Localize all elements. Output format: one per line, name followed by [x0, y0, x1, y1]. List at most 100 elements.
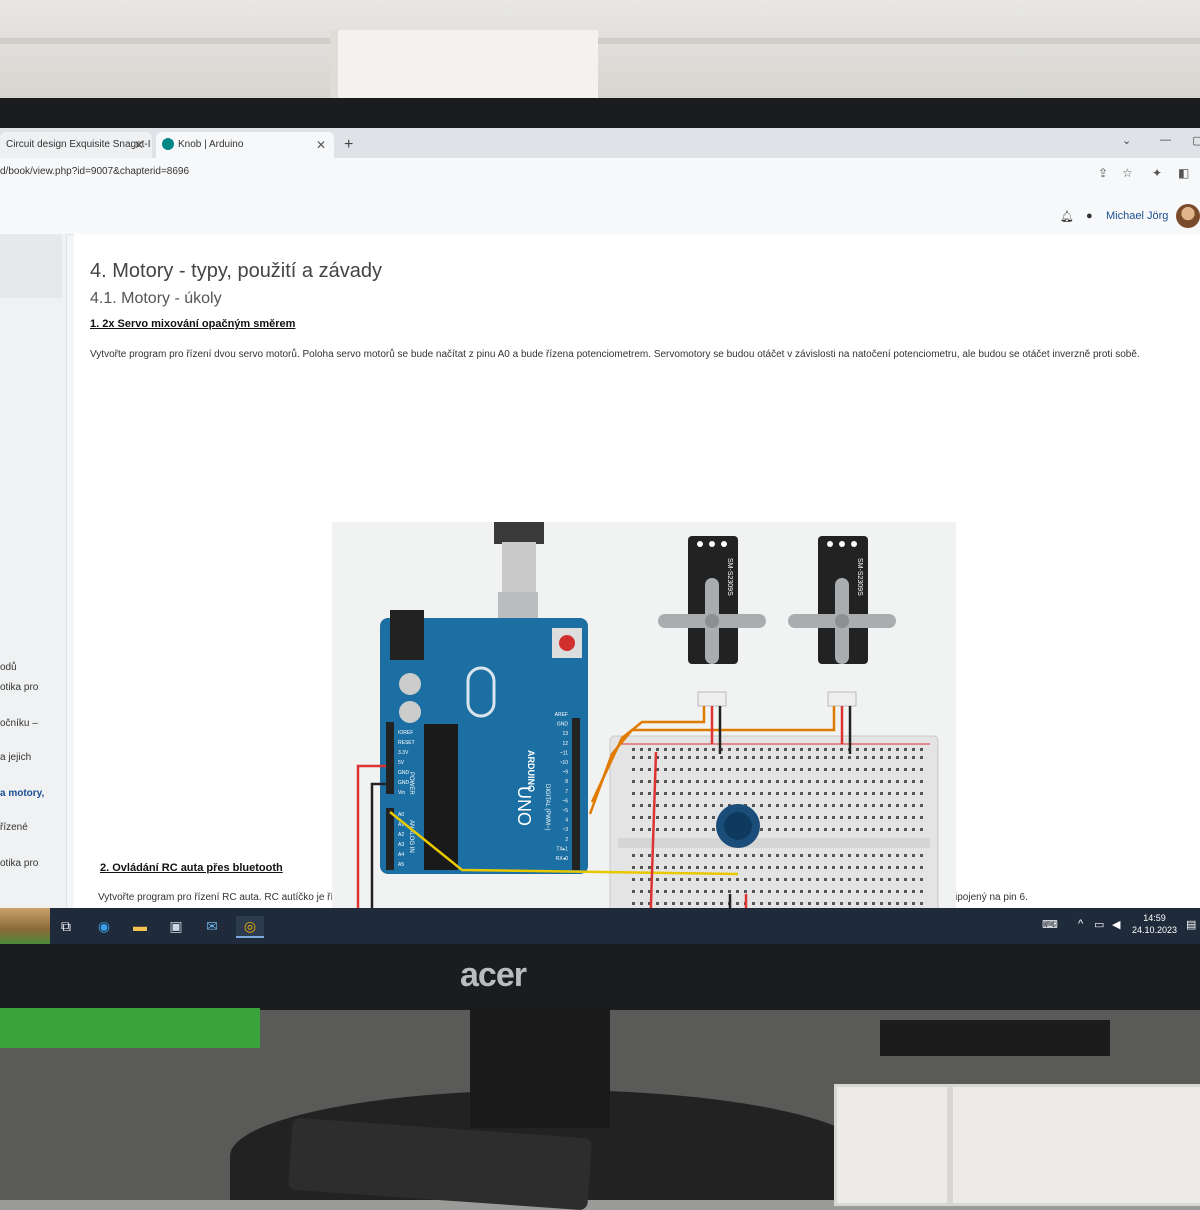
- new-tab-icon[interactable]: +: [344, 132, 353, 158]
- breadboard-hole: [792, 792, 795, 795]
- close-icon[interactable]: ✕: [134, 132, 144, 158]
- breadboard-hole: [880, 866, 883, 869]
- usb-plug: [494, 522, 544, 544]
- extensions-icon[interactable]: ✦: [1152, 166, 1162, 180]
- breadboard-hole: [888, 866, 891, 869]
- breadboard-hole: [784, 866, 787, 869]
- breadboard-hole: [800, 902, 803, 905]
- breadboard-hole: [760, 804, 763, 807]
- breadboard-hole: [856, 890, 859, 893]
- digital-label: DIGITAL (PWM~): [544, 784, 550, 831]
- avatar[interactable]: [1176, 204, 1200, 228]
- breadboard-hole: [840, 804, 843, 807]
- breadboard-hole: [912, 828, 915, 831]
- breadboard-hole: [792, 804, 795, 807]
- breadboard-hole: [920, 756, 923, 759]
- volume-icon[interactable]: ◀: [1112, 918, 1120, 931]
- breadboard-hole: [752, 878, 755, 881]
- edge-icon[interactable]: ◉: [94, 916, 114, 936]
- breadboard-hole: [896, 780, 899, 783]
- chevron-down-icon[interactable]: ⌄: [1122, 134, 1131, 147]
- arduino-favicon-icon: [162, 138, 174, 151]
- star-icon[interactable]: ☆: [1122, 166, 1133, 180]
- breadboard-hole: [816, 890, 819, 893]
- tab-circuit-design[interactable]: Circuit design Exquisite Snaget-I ✕: [0, 132, 152, 158]
- breadboard-hole: [768, 878, 771, 881]
- breadboard-hole: [848, 756, 851, 759]
- pin-label: A5: [398, 862, 404, 868]
- sidebar-toggle-icon[interactable]: ◧: [1178, 166, 1189, 180]
- breadboard-hole: [720, 780, 723, 783]
- sidebar-item[interactable]: řízené: [0, 822, 28, 833]
- breadboard-hole: [728, 878, 731, 881]
- breadboard-hole: [792, 854, 795, 857]
- breadboard-hole: [880, 748, 883, 751]
- breadboard-hole: [704, 866, 707, 869]
- chat-icon[interactable]: ●: [1086, 210, 1093, 222]
- breadboard-hole: [768, 756, 771, 759]
- breadboard-hole: [800, 780, 803, 783]
- mail-icon[interactable]: ✉: [202, 916, 222, 936]
- sidebar-item[interactable]: otika pro: [0, 682, 38, 693]
- chevron-up-icon[interactable]: ^: [1078, 918, 1083, 930]
- breadboard-hole: [696, 748, 699, 751]
- keyboard-icon[interactable]: ⌨: [1042, 918, 1058, 931]
- close-icon[interactable]: ✕: [316, 132, 326, 158]
- breadboard-hole: [784, 902, 787, 905]
- pin-label: 4: [565, 818, 568, 824]
- breadboard-hole: [912, 816, 915, 819]
- breadboard-hole: [856, 878, 859, 881]
- breadboard-hole: [776, 902, 779, 905]
- breadboard-hole: [760, 890, 763, 893]
- chrome-icon[interactable]: ◎: [236, 916, 264, 938]
- breadboard-hole: [752, 792, 755, 795]
- network-icon[interactable]: ▭: [1094, 918, 1104, 931]
- file-explorer-icon[interactable]: ▬: [130, 916, 150, 936]
- servo-hole: [697, 541, 703, 547]
- tab-knob-arduino[interactable]: Knob | Arduino ✕: [156, 132, 334, 158]
- breadboard-hole: [688, 866, 691, 869]
- sidebar-item-active[interactable]: a motory,: [0, 788, 44, 799]
- breadboard-hole: [728, 780, 731, 783]
- breadboard-hole: [808, 828, 811, 831]
- breadboard-hole: [720, 792, 723, 795]
- breadboard-hole: [640, 878, 643, 881]
- pin-label: A0: [398, 812, 404, 818]
- share-icon[interactable]: ⇪: [1098, 166, 1108, 180]
- breadboard-hole: [720, 854, 723, 857]
- pin-label: GND: [557, 722, 569, 728]
- sidebar-item[interactable]: a jejich: [0, 752, 31, 763]
- sidebar-item[interactable]: odů: [0, 662, 17, 673]
- clock[interactable]: 14:59 24.10.2023: [1132, 912, 1177, 936]
- breadboard-hole: [632, 768, 635, 771]
- breadboard-hole: [656, 792, 659, 795]
- maximize-icon[interactable]: ▢: [1192, 134, 1200, 147]
- breadboard-hole: [920, 792, 923, 795]
- minimize-icon[interactable]: —: [1160, 134, 1171, 146]
- breadboard-hole: [816, 828, 819, 831]
- notification-icon[interactable]: ▤: [1186, 918, 1196, 931]
- breadboard-hole: [640, 780, 643, 783]
- breadboard-hole: [832, 866, 835, 869]
- breadboard-hole: [880, 902, 883, 905]
- sidebar-item[interactable]: otika pro: [0, 858, 38, 869]
- breadboard-hole: [680, 792, 683, 795]
- user-name[interactable]: Michael Jörg: [1106, 210, 1168, 222]
- breadboard-hole: [840, 756, 843, 759]
- url-field[interactable]: d/book/view.php?id=9007&chapterid=8696: [0, 166, 189, 177]
- breadboard-hole: [848, 768, 851, 771]
- breadboard-hole: [824, 878, 827, 881]
- breadboard-hole: [632, 878, 635, 881]
- sidebar-item[interactable]: očníku –: [0, 718, 38, 729]
- breadboard-hole: [768, 854, 771, 857]
- breadboard-hole: [800, 804, 803, 807]
- breadboard-hole: [672, 902, 675, 905]
- desktop-thumbnail[interactable]: [0, 908, 50, 944]
- task-view-icon[interactable]: ⧉: [56, 916, 76, 936]
- breadboard-hole: [672, 854, 675, 857]
- store-icon[interactable]: ▣: [166, 916, 186, 936]
- servo-shaft: [705, 614, 719, 628]
- bell-icon[interactable]: 🔔︎: [1060, 210, 1074, 223]
- breadboard-hole: [904, 804, 907, 807]
- breadboard-hole: [632, 748, 635, 751]
